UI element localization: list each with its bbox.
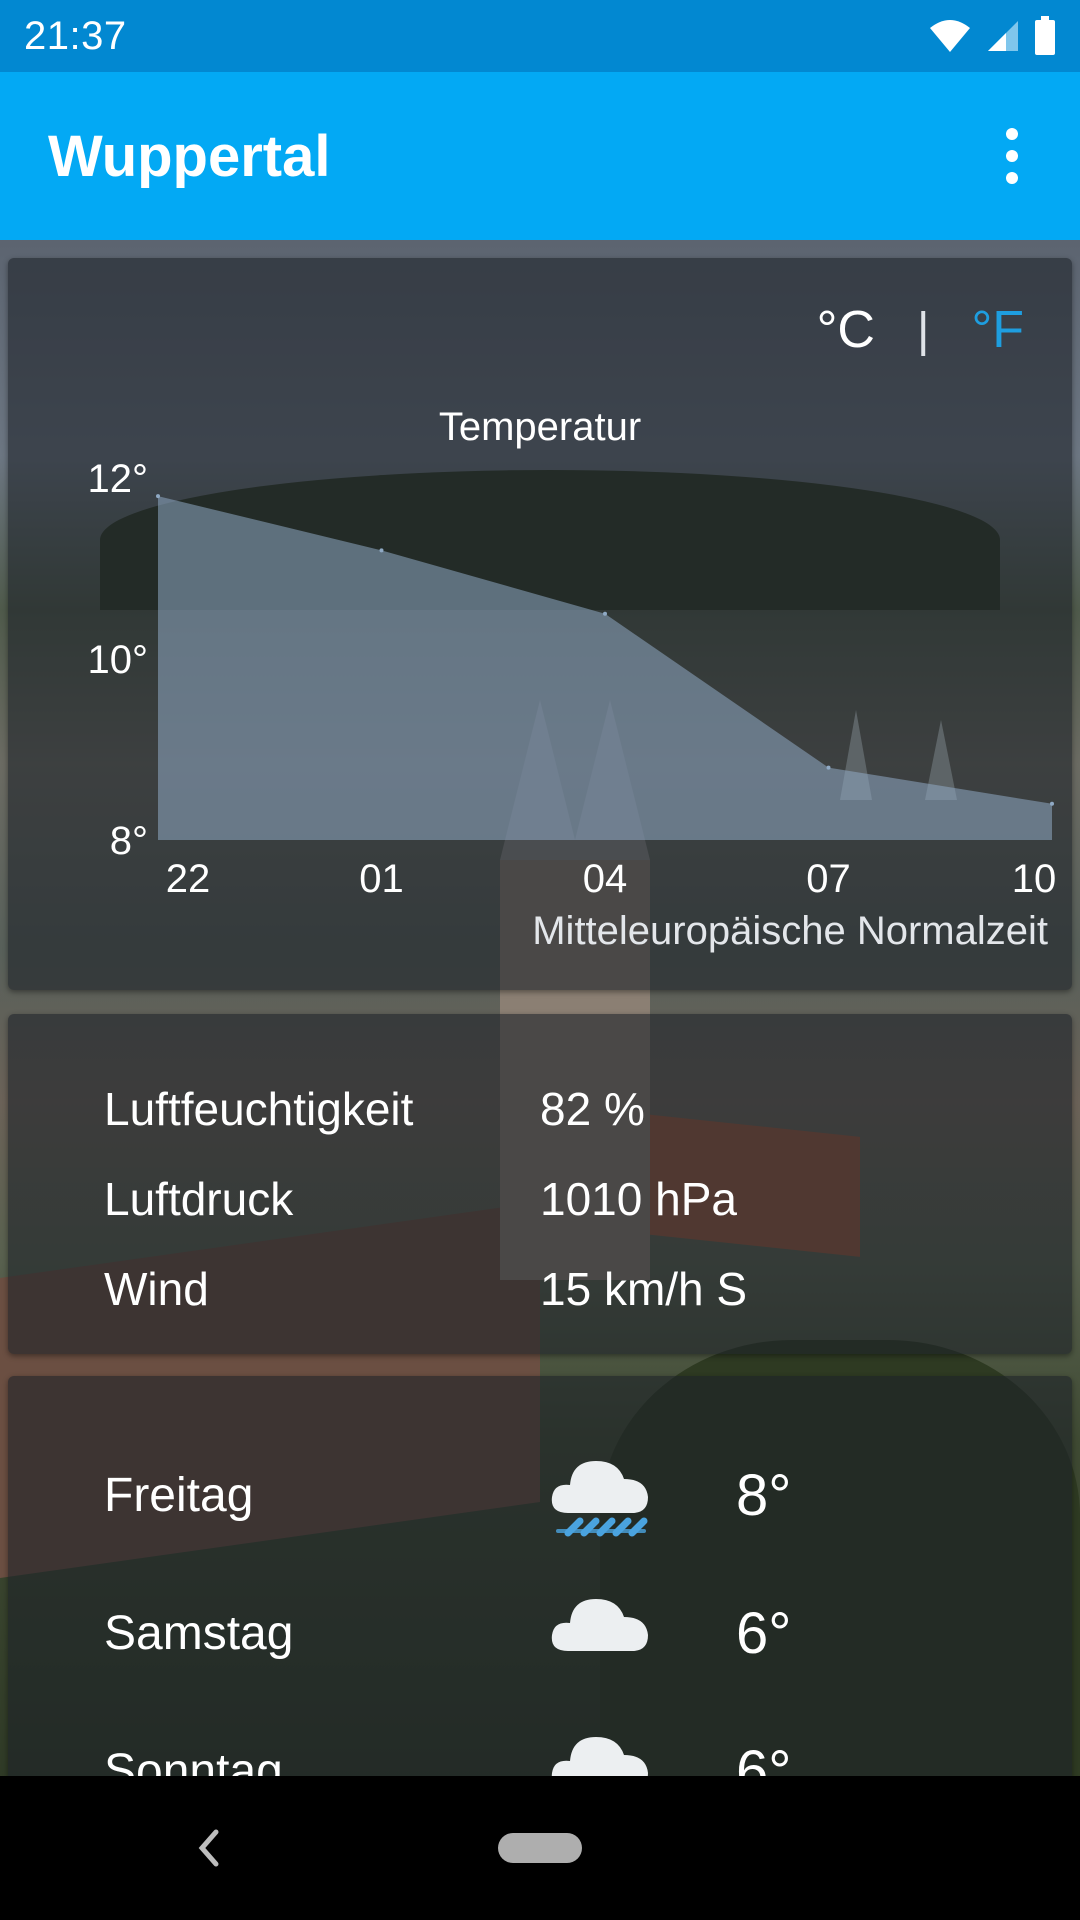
details-table: Luftfeuchtigkeit 82 % Luftdruck 1010 hPa Win…: [104, 1064, 1004, 1334]
forecast-temp: 8°: [736, 1462, 792, 1528]
temperature-point: [1050, 801, 1054, 806]
forecast-day: Samstag: [104, 1606, 294, 1660]
detail-row: Luftdruck 1010 hPa: [104, 1154, 1004, 1244]
temperature-point: [826, 765, 831, 770]
temperature-point: [156, 494, 160, 499]
wifi-icon: [930, 20, 970, 52]
x-tick-label: 10: [1012, 857, 1057, 901]
temperature-area: [158, 496, 1052, 840]
status-icons: [928, 16, 1056, 56]
more-vert-icon[interactable]: [992, 116, 1032, 196]
status-time: 21:37: [24, 13, 127, 58]
detail-value: 1010 hPa: [540, 1173, 737, 1225]
forecast-row[interactable]: Samstag 6°: [104, 1564, 1004, 1702]
rain-cloud-icon: [546, 1435, 736, 1555]
detail-label: Luftdruck: [104, 1173, 294, 1225]
detail-value: 82 %: [540, 1083, 645, 1135]
navigation-bar: [0, 1776, 1080, 1920]
y-tick-label: 10°: [88, 638, 149, 682]
temperature-chart: Temperatur 12° 10° 8° 22 01 04 07 10 Mitteleur…: [88, 405, 1057, 953]
app-bar: Wuppertal: [0, 72, 1080, 240]
temperature-card: °C | °F Temperatur 12° 10° 8° 22 01 04 07 10 M…: [8, 258, 1072, 990]
detail-label: Luftfeuchtigkeit: [104, 1083, 414, 1135]
details-card: Luftfeuchtigkeit 82 % Luftdruck 1010 hPa Win…: [8, 1014, 1072, 1354]
x-tick-label: 04: [583, 857, 628, 901]
temperature-point: [603, 611, 607, 616]
x-tick-label: 22: [166, 857, 211, 901]
forecast-card: Freitag 8° Samstag 6° Sonntag 6°: [8, 1376, 1072, 1796]
detail-row: Wind 15 km/h S: [104, 1244, 1004, 1334]
y-tick-label: 8°: [110, 819, 148, 863]
city-title: Wuppertal: [48, 123, 331, 189]
battery-icon: [1035, 16, 1055, 55]
chart-xlabel: Mitteleuropäische Normalzeit: [532, 909, 1048, 953]
cloudy-icon: [546, 1573, 736, 1693]
cell-signal-icon: [988, 21, 1018, 51]
detail-value: 15 km/h S: [540, 1263, 748, 1315]
forecast-row[interactable]: Freitag 8°: [104, 1426, 1004, 1564]
chart-title: Temperatur: [439, 405, 641, 449]
detail-label: Wind: [104, 1263, 209, 1315]
detail-row: Luftfeuchtigkeit 82 %: [104, 1064, 1004, 1154]
temperature-point: [379, 548, 384, 553]
x-tick-label: 07: [806, 857, 851, 901]
home-pill-icon[interactable]: [498, 1833, 582, 1863]
y-tick-label: 12°: [88, 457, 149, 501]
back-icon[interactable]: [190, 1826, 230, 1870]
forecast-temp: 6°: [736, 1600, 792, 1666]
forecast-day: Freitag: [104, 1468, 254, 1522]
x-tick-label: 01: [359, 857, 404, 901]
status-bar: 21:37: [0, 0, 1080, 72]
